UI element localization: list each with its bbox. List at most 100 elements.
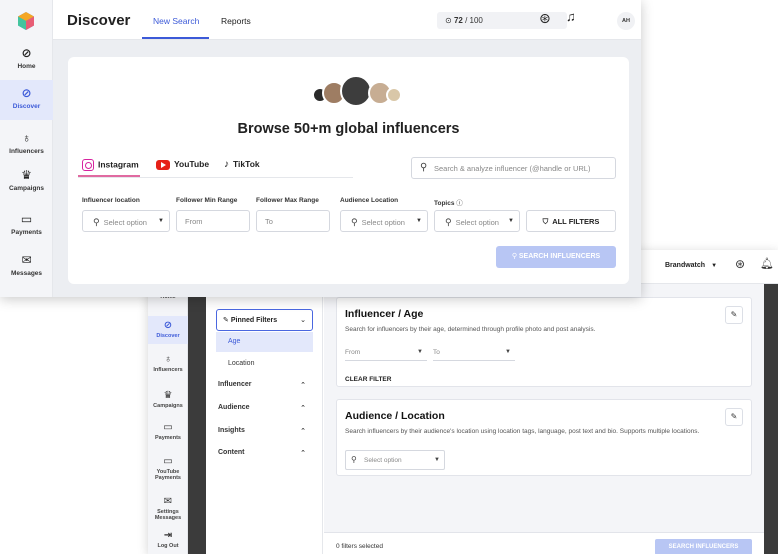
sidebar-label: Influencers [9,148,44,155]
filter-item-label: Age [228,338,241,345]
back-sidebar-item-logout[interactable]: ⇥ Log Out [148,530,188,549]
back-sidebar-item-campaigns[interactable]: ♛ Campaigns [148,390,188,409]
filter-panel: Search filters ✎ Pinned Filters ⌄ Age Lo… [206,284,323,554]
audience-location-label: Audience Location [340,197,399,204]
tab-youtube[interactable]: YouTube [156,159,209,170]
sidebar-item-discover[interactable]: ⊘ Discover [0,80,53,120]
select-placeholder: Select option [455,218,499,227]
age-to-select[interactable]: To ▼ [433,343,515,361]
button-label: ALL FILTERS [552,217,600,226]
app-logo[interactable] [18,12,34,30]
sidebar-label: Payments [11,229,42,236]
back-footer: 0 filters selected SEARCH INFLUENCERS [324,532,764,554]
filter-group-label: Influencer [218,381,252,388]
sidebar-label: Discover [156,333,180,339]
topics-select[interactable]: ⚲ Select option ▼ [434,210,520,232]
sidebar-label: Payments [155,435,181,441]
sidebar-label: YouTube Payments [155,469,181,481]
filter-group-audience[interactable]: Audience ⌃ [218,404,310,412]
chevron-down-icon: ▼ [711,263,718,269]
chevron-up-icon: ⌃ [300,405,306,412]
follower-min-input[interactable]: From [176,210,250,232]
top-bar: Discover New Search Reports ⊙ 72 / 100 ⊛… [53,0,641,40]
search-icon: ⚲ [351,217,358,227]
chevron-up-icon: ⌃ [300,382,306,389]
platform-label: YouTube [174,159,210,169]
tab-new-search[interactable]: New Search [153,16,199,26]
pinned-filters-toggle[interactable]: ✎ Pinned Filters ⌄ [216,309,313,331]
filter-item-location[interactable]: Location [228,360,254,367]
credits-icon: ⊙ [445,16,452,25]
all-filters-button[interactable]: ⛉ ALL FILTERS [526,210,616,232]
bell-icon[interactable]: 🔔︎ [760,257,774,270]
topics-label-text: Topics [434,200,455,207]
main-content: Browse 50+m global influencers Instagram… [53,40,641,297]
platform-label: TikTok [233,159,260,169]
tab-instagram[interactable]: Instagram [82,159,139,171]
help-icon[interactable]: ⊛ [735,257,745,271]
influencer-search-input[interactable]: ⚲ Search & analyze influencer (@handle o… [411,157,616,179]
avatar[interactable]: AH [617,12,635,30]
select-value: From [345,349,361,356]
avatar [386,87,402,103]
pin-icon[interactable]: ✎ [725,408,743,426]
pin-icon[interactable]: ✎ [725,306,743,324]
bell-icon[interactable]: ♫ [566,9,576,24]
user-icon: ♁ [164,354,172,365]
credits-total: / 100 [465,16,483,25]
logout-icon: ⇥ [163,530,173,541]
account-switcher[interactable]: Brandwatch ▼ [665,262,717,269]
audience-location-select[interactable]: ⚲ Select option ▼ [340,210,428,232]
filter-group-insights[interactable]: Insights ⌃ [218,427,310,435]
info-icon[interactable]: ⓘ [456,200,463,207]
home-icon: ⊘ [21,46,32,60]
card-description: Search influencers by their audience's l… [345,428,700,435]
filter-group-influencer[interactable]: Influencer ⌃ [218,381,310,389]
search-icon: ⚲ [420,162,428,173]
divider [78,177,353,178]
sidebar-label: Log Out [157,543,179,549]
sidebar-item-home[interactable]: ⊘ Home [0,46,53,71]
tab-tiktok[interactable]: ♪ TikTok [224,159,260,170]
back-sidebar-item-influencers[interactable]: ♁ Influencers [148,354,188,373]
follower-min-label: Follower Min Range [176,197,238,204]
clear-filter-button[interactable]: CLEAR FILTER [345,376,391,383]
chevron-down-icon: ⌄ [300,317,306,324]
select-value: To [433,349,440,356]
select-placeholder: Select option [364,457,402,464]
influencer-location-label: Influencer location [82,197,140,204]
platform-label: Instagram [98,159,139,170]
sidebar: ⊘ Home ⊘ Discover ♁ Influencers ♛ Campaigns … [0,0,53,297]
follower-max-label: Follower Max Range [256,197,319,204]
select-placeholder: Select option [103,218,147,227]
age-from-select[interactable]: From ▼ [345,343,427,361]
sidebar-label: Home [17,63,36,70]
influencer-location-select[interactable]: ⚲ Select option ▼ [82,210,170,232]
back-sidebar-item-discover[interactable]: ⊘ Discover [148,316,188,344]
back-sidebar-item-messages[interactable]: ✉ Settings Messages [148,496,188,521]
back-sidebar-item-payments[interactable]: ▭ Payments [148,422,188,441]
help-icon[interactable]: ⊛ [539,10,551,27]
follower-max-input[interactable]: To [256,210,330,232]
filter-item-age[interactable]: Age [216,332,313,352]
search-icon: ⚲ [351,455,357,464]
back-sidebar-item-youtube-payments[interactable]: ▭ YouTube Payments [148,456,188,481]
filter-group-content[interactable]: Content ⌃ [218,449,310,457]
search-card: Browse 50+m global influencers Instagram… [68,57,629,284]
messages-icon: ✉ [21,253,32,267]
sidebar-label: Influencers [153,367,183,373]
hero-title: Browse 50+m global influencers [237,121,460,137]
chevron-up-icon: ⌃ [300,450,306,457]
age-filter-card: Influencer / Age Search for influencers … [336,297,752,387]
search-influencers-button[interactable]: ⚲ SEARCH INFLUENCERS [496,246,616,268]
audience-location-select[interactable]: ⚲ Select option ▼ [345,450,445,470]
sidebar-item-influencers[interactable]: ♁ Influencers [0,132,53,156]
credits-value: 72 [453,16,463,25]
tab-reports[interactable]: Reports [221,16,251,26]
wallet-icon: ▭ [20,212,33,226]
sidebar-item-payments[interactable]: ▭ Payments [0,212,53,237]
sidebar-item-messages[interactable]: ✉ Messages [0,253,53,278]
sidebar-item-campaigns[interactable]: ♛ Campaigns [0,169,53,193]
search-influencers-button[interactable]: SEARCH INFLUENCERS [655,539,752,554]
sidebar-label: Campaigns [153,403,183,409]
